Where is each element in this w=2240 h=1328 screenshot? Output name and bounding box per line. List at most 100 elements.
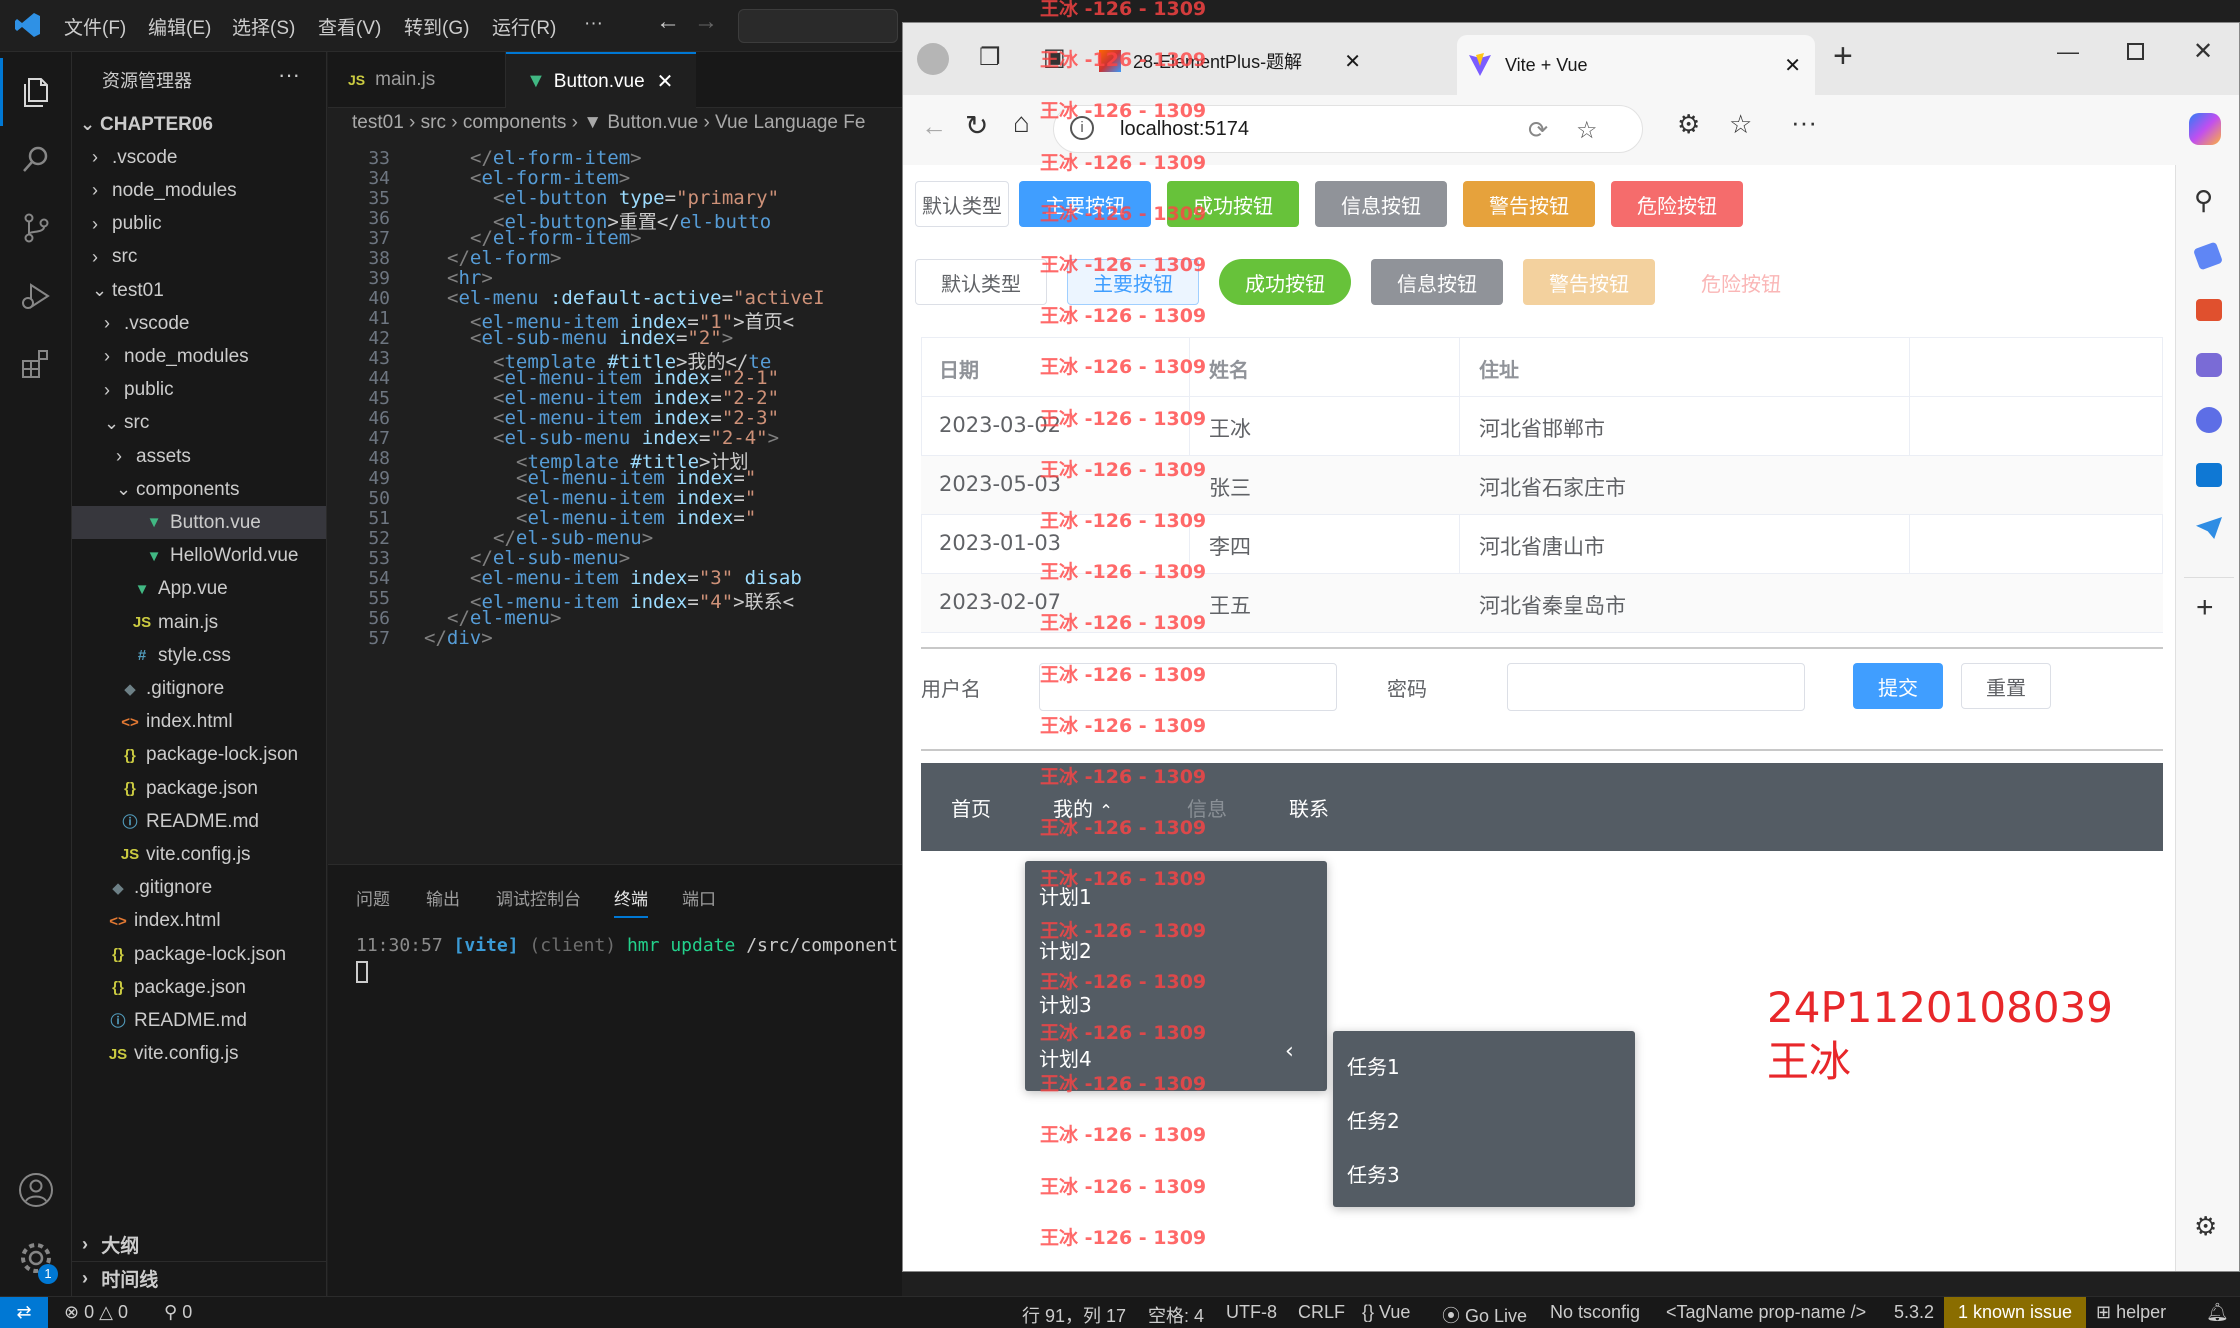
code-line[interactable]: <el-button type="primary": [493, 187, 779, 209]
submenu-item-plan4[interactable]: 计划4: [1039, 1043, 1092, 1072]
code-line[interactable]: <el-sub-menu index="2-4">: [493, 427, 779, 449]
header-name[interactable]: 姓名: [1209, 354, 1249, 383]
remote-icon[interactable]: ⇄: [0, 1297, 48, 1328]
code-line[interactable]: <el-form-item>: [470, 167, 630, 189]
menu-item-home[interactable]: 首页: [951, 793, 991, 822]
code-line[interactable]: </el-sub-menu>: [493, 527, 653, 549]
profile-avatar[interactable]: [917, 43, 949, 75]
tree-item[interactable]: ⓘ README.md: [72, 1004, 326, 1037]
send-icon[interactable]: [2196, 517, 2222, 539]
close-tab-icon[interactable]: ✕: [1344, 49, 1361, 74]
tree-item[interactable]: ⌄ CHAPTER06: [72, 108, 326, 141]
shopping-tag-icon[interactable]: [2192, 241, 2224, 271]
settings-gear-icon[interactable]: 1: [0, 1224, 72, 1292]
submenu-item-task3[interactable]: 任务3: [1347, 1159, 1400, 1188]
code-line[interactable]: <el-menu-item index=": [516, 507, 756, 529]
tree-item[interactable]: › .vscode: [72, 141, 326, 174]
code-line[interactable]: <el-menu-item index=": [516, 467, 756, 489]
tagname-status[interactable]: <TagName prop-name />: [1666, 1302, 1866, 1323]
tree-item[interactable]: › public: [72, 208, 326, 241]
terminal-output[interactable]: 11:30:57 [vite] (client) hmr update /src…: [356, 935, 898, 956]
menu-item-contact[interactable]: 联系: [1289, 793, 1329, 822]
favorites-icon[interactable]: ☆: [1729, 109, 1752, 140]
tree-item[interactable]: <> index.html: [72, 905, 326, 938]
header-date[interactable]: 日期: [939, 354, 979, 383]
tab-button-vue[interactable]: ▼ Button.vue ✕: [506, 52, 696, 109]
outline-section[interactable]: › 大纲: [72, 1228, 326, 1261]
browser-menu-icon[interactable]: ···: [1791, 107, 1817, 138]
cursor-position[interactable]: 行 91，列 17: [1022, 1302, 1126, 1328]
copilot-icon[interactable]: [2189, 113, 2221, 145]
tree-item[interactable]: › assets: [72, 440, 326, 473]
forward-arrow-icon[interactable]: →: [694, 8, 718, 36]
tree-item[interactable]: {} package.json: [72, 971, 326, 1004]
tab-output[interactable]: 输出: [426, 885, 460, 910]
password-input[interactable]: [1507, 663, 1805, 711]
tree-item[interactable]: › public: [72, 374, 326, 407]
tree-item[interactable]: ⓘ README.md: [72, 805, 326, 838]
code-line[interactable]: </div>: [424, 627, 493, 649]
code-line[interactable]: </el-form-item>: [470, 227, 642, 249]
line-endings[interactable]: CRLF: [1298, 1302, 1345, 1323]
menu-edit[interactable]: 编辑(E): [148, 13, 211, 40]
tree-item[interactable]: ◆ .gitignore: [72, 872, 326, 905]
notifications-icon[interactable]: 🔔︎: [2206, 1302, 2229, 1323]
outlook-icon[interactable]: [2196, 463, 2222, 487]
m365-icon[interactable]: [2196, 407, 2222, 433]
tree-item[interactable]: ⌄ components: [72, 473, 326, 506]
submenu-item-task2[interactable]: 任务2: [1347, 1105, 1400, 1134]
helper-status[interactable]: ⊞ helper: [2096, 1302, 2166, 1323]
tools-icon[interactable]: [2196, 299, 2222, 321]
run-debug-icon[interactable]: [0, 262, 72, 330]
search-icon[interactable]: ⚲: [2194, 185, 2213, 216]
search-icon[interactable]: [0, 126, 72, 194]
tree-item[interactable]: JS vite.config.js: [72, 838, 326, 871]
code-line[interactable]: <el-sub-menu index="2">: [470, 327, 733, 349]
encoding[interactable]: UTF-8: [1226, 1302, 1277, 1323]
tree-item[interactable]: ▼ App.vue: [72, 573, 326, 606]
indentation[interactable]: 空格: 4: [1148, 1302, 1204, 1328]
tab-main-js[interactable]: JS main.js: [328, 52, 506, 108]
warning-button[interactable]: 警告按钮: [1463, 181, 1595, 227]
code-line[interactable]: <el-menu-item index="2-1": [493, 367, 779, 389]
danger-text-button[interactable]: 危险按钮: [1675, 259, 1807, 305]
menu-run[interactable]: 运行(R): [492, 13, 556, 40]
info-button-2[interactable]: 信息按钮: [1371, 259, 1503, 305]
tree-item[interactable]: › node_modules: [72, 340, 326, 373]
back-arrow-icon[interactable]: ←: [656, 8, 680, 36]
timeline-section[interactable]: › 时间线: [72, 1261, 326, 1294]
tree-item[interactable]: JS main.js: [72, 606, 326, 639]
language-mode[interactable]: {} Vue: [1362, 1302, 1410, 1323]
tsconfig-status[interactable]: No tsconfig: [1550, 1302, 1640, 1323]
home-icon[interactable]: ⌂: [1013, 107, 1030, 139]
known-issue-badge[interactable]: 1 known issue: [1944, 1297, 2087, 1328]
breadcrumb[interactable]: test01 › src › components › ▼ Button.vue…: [328, 108, 902, 138]
code-line[interactable]: </el-menu>: [447, 607, 561, 629]
close-tab-icon[interactable]: ✕: [657, 69, 674, 94]
menu-file[interactable]: 文件(F): [64, 13, 126, 40]
code-line[interactable]: </el-form-item>: [470, 147, 642, 169]
code-line[interactable]: <el-menu-item index=": [516, 487, 756, 509]
code-line[interactable]: <el-menu-item index="2-3": [493, 407, 779, 429]
reload-icon[interactable]: ↻: [965, 109, 988, 142]
tree-item[interactable]: ⌄ src: [72, 407, 326, 440]
tree-item[interactable]: # style.css: [72, 639, 326, 672]
window-close-icon[interactable]: ✕: [2193, 37, 2213, 66]
maximize-icon[interactable]: [2127, 43, 2144, 60]
more-actions-icon[interactable]: ···: [278, 62, 300, 88]
tree-item[interactable]: {} package-lock.json: [72, 739, 326, 772]
header-address[interactable]: 住址: [1479, 354, 1519, 383]
tree-item[interactable]: ◆ .gitignore: [72, 672, 326, 705]
tab-debug-console[interactable]: 调试控制台: [496, 885, 581, 910]
explorer-icon[interactable]: [0, 58, 72, 126]
menu-go[interactable]: 转到(G): [404, 13, 469, 40]
menu-more[interactable]: ···: [584, 13, 603, 35]
add-sidebar-icon[interactable]: +: [2196, 591, 2214, 625]
new-tab-icon[interactable]: +: [1833, 37, 1853, 76]
browser-tab-vite[interactable]: Vite + Vue ✕: [1457, 35, 1815, 95]
tree-item[interactable]: ▼ Button.vue: [72, 506, 326, 540]
tab-problems[interactable]: 问题: [356, 885, 390, 910]
go-live-button[interactable]: ⦿ Go Live: [1442, 1302, 1527, 1328]
tree-item[interactable]: ⌄ test01: [72, 274, 326, 307]
tree-item[interactable]: › node_modules: [72, 174, 326, 207]
